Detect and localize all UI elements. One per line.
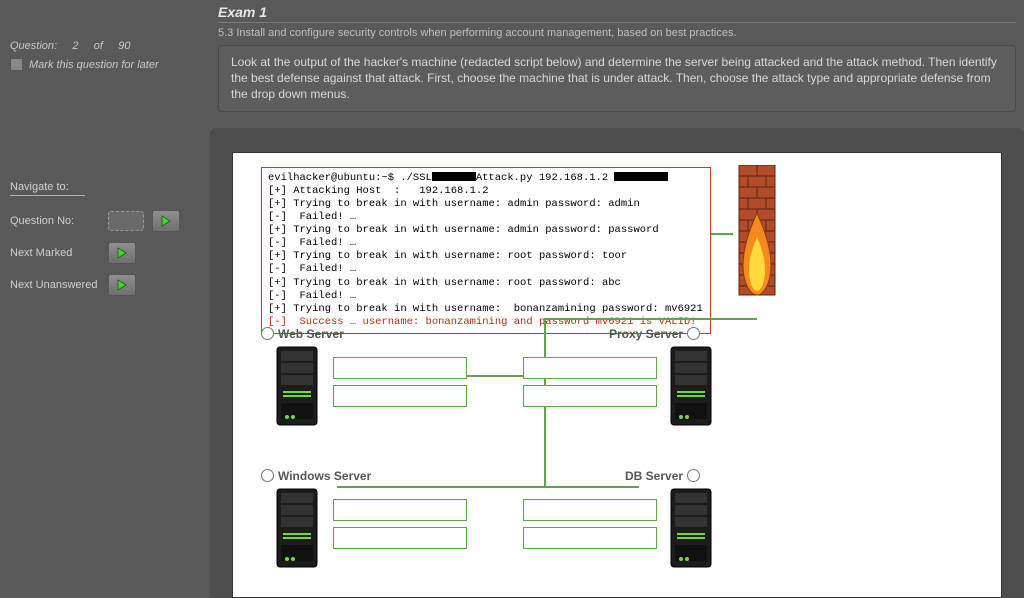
question-number-input[interactable] [108,211,144,231]
sidebar: Question: 2 of 90 Mark this question for… [0,0,210,316]
nav-label-qno: Question No: [10,215,100,227]
question-of: of [94,40,103,52]
nav-row-next-unanswered: Next Unanswered [10,274,200,296]
nav-label-next-unanswered: Next Unanswered [10,279,100,291]
next-unanswered-button[interactable] [108,274,136,296]
windows-attack-dropdown[interactable] [333,499,467,521]
mark-later-label: Mark this question for later [29,59,159,71]
firewall-icon [733,165,781,300]
web-server-option[interactable]: Web Server [261,327,344,341]
db-defense-dropdown[interactable] [523,527,657,549]
terminal-line: [+] Trying to break in with username: ro… [268,277,621,289]
nav-section: Navigate to: Question No: Next Marked Ne… [10,181,200,296]
terminal-prompt: evilhacker@ubuntu:~$ ./SSL [268,172,432,184]
exam-header: Exam 1 5.3 Install and configure securit… [210,0,1024,114]
server-icon [667,487,715,574]
db-attack-dropdown[interactable] [523,499,657,521]
terminal-line: [-] Failed! … [268,263,356,275]
mark-later-checkbox[interactable] [10,58,23,71]
question-total: 90 [118,40,130,52]
terminal-line: [+] Trying to break in with username: ro… [268,250,627,262]
network-line [544,486,639,488]
question-current: 2 [72,40,78,52]
question-counter: Question: 2 of 90 [10,40,200,52]
network-line [544,318,757,320]
windows-server-radio[interactable] [261,469,274,482]
hacker-terminal: evilhacker@ubuntu:~$ ./SSL Attack.py 192.… [261,167,711,335]
nav-row-next-marked: Next Marked [10,242,200,264]
next-marked-button[interactable] [108,242,136,264]
db-server-radio[interactable] [687,469,700,482]
exam-title: Exam 1 [218,4,1016,23]
web-attack-dropdown[interactable] [333,357,467,379]
terminal-attack-suffix: Attack.py 192.168.1.2 [476,172,615,184]
instruction-box: Look at the output of the hacker's machi… [218,45,1016,112]
db-server-option[interactable]: DB Server [625,469,700,483]
network-line [711,233,733,235]
terminal-line: [+] Trying to break in with username: bo… [268,303,703,315]
proxy-server-option[interactable]: Proxy Server [609,327,700,341]
diagram-canvas: evilhacker@ubuntu:~$ ./SSL Attack.py 192.… [232,152,1002,598]
terminal-line: [+] Trying to break in with username: ad… [268,224,659,236]
terminal-line: [+] Attacking Host : 192.168.1.2 [268,185,489,197]
redacted-block [432,172,476,181]
arrow-right-icon [159,214,173,228]
network-line [337,486,546,488]
proxy-defense-dropdown[interactable] [523,385,657,407]
web-server-label: Web Server [278,327,344,341]
windows-defense-dropdown[interactable] [333,527,467,549]
web-server-radio[interactable] [261,327,274,340]
arrow-right-icon [115,278,129,292]
go-question-button[interactable] [152,210,180,232]
terminal-line: [-] Failed! … [268,211,356,223]
nav-label-next-marked: Next Marked [10,247,100,259]
windows-server-label: Windows Server [278,469,371,483]
server-icon [273,487,321,574]
proxy-server-radio[interactable] [687,327,700,340]
terminal-line: [-] Failed! … [268,237,356,249]
server-icon [667,345,715,432]
mark-later-row[interactable]: Mark this question for later [10,58,200,71]
proxy-attack-dropdown[interactable] [523,357,657,379]
windows-server-option[interactable]: Windows Server [261,469,371,483]
diagram-frame: evilhacker@ubuntu:~$ ./SSL Attack.py 192.… [210,128,1024,598]
nav-title: Navigate to: [10,181,85,196]
db-server-label: DB Server [625,469,683,483]
content-area: Exam 1 5.3 Install and configure securit… [210,0,1024,578]
web-defense-dropdown[interactable] [333,385,467,407]
arrow-right-icon [115,246,129,260]
question-label: Question: [10,40,57,52]
redacted-block [614,172,668,181]
terminal-line: [+] Trying to break in with username: ad… [268,198,640,210]
exam-objective: 5.3 Install and configure security contr… [218,27,1016,39]
server-icon [273,345,321,432]
terminal-line: [-] Failed! … [268,290,356,302]
nav-row-question-no: Question No: [10,210,200,232]
proxy-server-label: Proxy Server [609,327,683,341]
